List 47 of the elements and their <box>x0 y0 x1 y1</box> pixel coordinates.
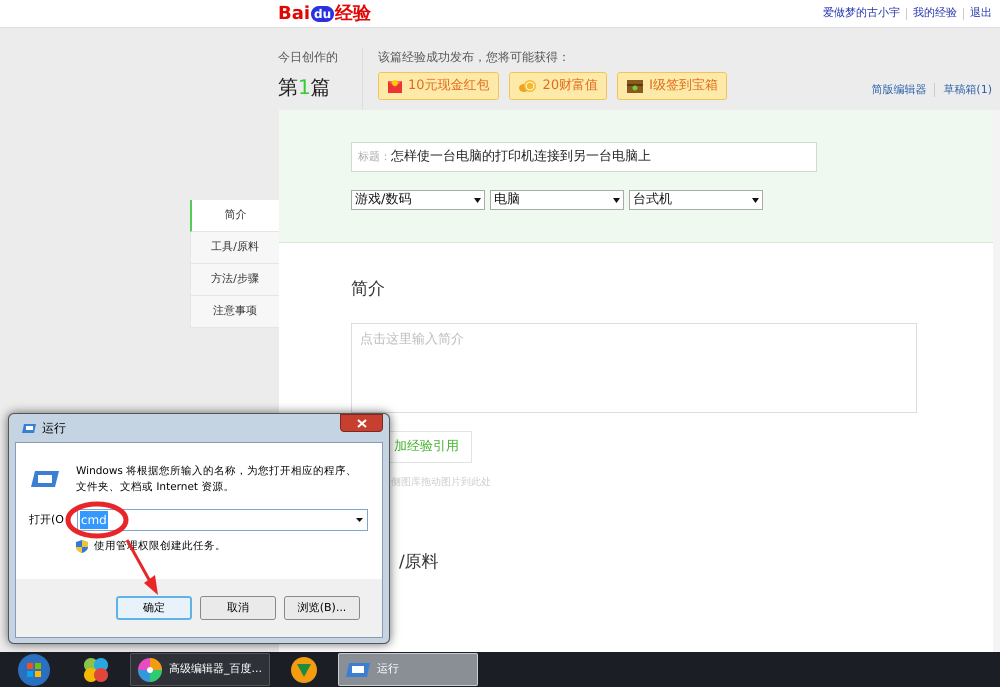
category-dropdown[interactable]: 游戏/数码 <box>351 190 485 210</box>
section-heading: /原料 <box>399 550 440 574</box>
dropdown-caret-icon <box>356 518 363 522</box>
run-icon <box>21 422 37 434</box>
nav-tab[interactable]: 工具/原料 <box>190 232 279 264</box>
title-field[interactable]: 标题：怎样使一台电脑的打印机连接到另一台电脑上 <box>351 142 817 172</box>
editor-link[interactable]: 简版编辑器 <box>871 82 926 98</box>
user-link[interactable]: 爱做梦的古小宇 <box>823 5 900 22</box>
coins-icon <box>518 78 538 94</box>
intro-field[interactable]: 点击这里输入简介 <box>351 322 917 412</box>
baidu-logo[interactable]: Bai du 经验 <box>278 0 372 27</box>
dropdown-caret-icon <box>474 198 481 202</box>
dialog-message: Windows 将根据您所输入的名称，为您打开相应的程序、文件夹、文档或 Internet 资源。 <box>76 464 358 495</box>
open-label: 打开(O <box>29 512 65 528</box>
chest-icon <box>626 78 644 94</box>
dialog-button[interactable]: 确定 <box>116 596 192 620</box>
reward-badge: I级签到宝箱 <box>617 72 727 100</box>
run-icon <box>30 469 60 489</box>
nav-tab[interactable]: 方法/步骤 <box>190 264 279 296</box>
dialog-title: 运行 <box>42 420 66 437</box>
user-link[interactable]: 我的经验 <box>913 5 957 22</box>
nav-tab[interactable]: 注意事项 <box>190 296 279 328</box>
taskbar-button[interactable]: 高级编辑器_百度... <box>130 653 270 686</box>
reward-badge: 20财富值 <box>508 72 608 100</box>
article-count: 第1篇 <box>278 74 332 101</box>
rewards-heading: 该篇经验成功发布，您将可能获得： <box>378 49 571 66</box>
pinwheel-icon <box>137 656 163 682</box>
close-icon <box>356 418 366 428</box>
category-dropdown[interactable]: 台式机 <box>629 190 763 210</box>
nav-tab[interactable]: 简介 <box>190 200 279 232</box>
annotation-circle <box>66 502 128 538</box>
section-heading: 简介 <box>351 278 386 301</box>
dialog-button[interactable]: 取消 <box>200 596 276 620</box>
editor-link[interactable]: 草稿箱(1) <box>943 82 992 98</box>
user-link[interactable]: 退出 <box>970 5 992 22</box>
reward-badge: 10元现金红包 <box>378 72 499 100</box>
category-dropdown[interactable]: 电脑 <box>490 190 624 210</box>
dialog-button[interactable]: 浏览(B)... <box>284 596 360 620</box>
today-label: 今日创作的 <box>278 49 339 66</box>
dropdown-caret-icon <box>752 198 759 202</box>
app-icon[interactable] <box>290 656 318 684</box>
close-button[interactable] <box>340 414 383 432</box>
shield-icon <box>76 540 88 554</box>
run-icon <box>345 660 371 678</box>
start-button[interactable] <box>17 652 51 686</box>
dropdown-caret-icon <box>613 198 620 202</box>
envelope-icon <box>387 78 403 94</box>
